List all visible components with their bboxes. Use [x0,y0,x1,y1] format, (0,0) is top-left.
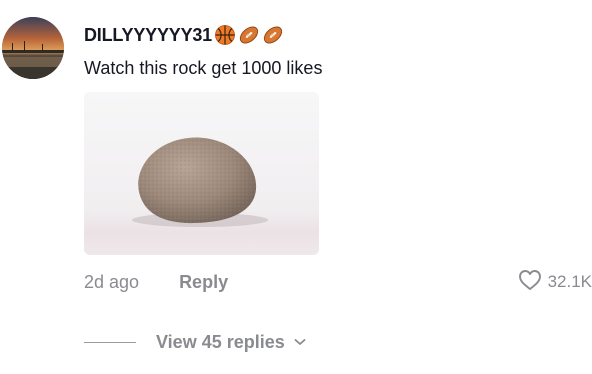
like-count: 32.1K [547,272,592,291]
like-button[interactable]: 32.1K [518,268,592,296]
comment-meta-row: 2d ago Reply 32.1K [84,268,592,296]
football-emoji [262,24,284,46]
username-row: DILLYYYYYY31 [84,22,284,48]
view-replies-button[interactable]: View 45 replies [156,328,307,356]
view-replies-label: View 45 replies [156,332,285,352]
comment-item: DILLYYYYYY31 Watch this rock get 1000 li… [0,0,592,374]
avatar[interactable] [2,17,64,79]
reply-button[interactable]: Reply [179,268,228,296]
username[interactable]: DILLYYYYYY31 [84,22,212,48]
rock-image[interactable] [84,92,319,255]
comment-text: Watch this rock get 1000 likes [84,58,323,78]
comment-timestamp: 2d ago [84,272,140,292]
replies-divider [84,341,136,343]
view-replies-row: View 45 replies [84,328,307,356]
basketball-emoji [214,24,236,46]
heart-outline-icon [518,269,542,296]
chevron-down-icon [293,337,307,347]
football-emoji [238,24,260,46]
